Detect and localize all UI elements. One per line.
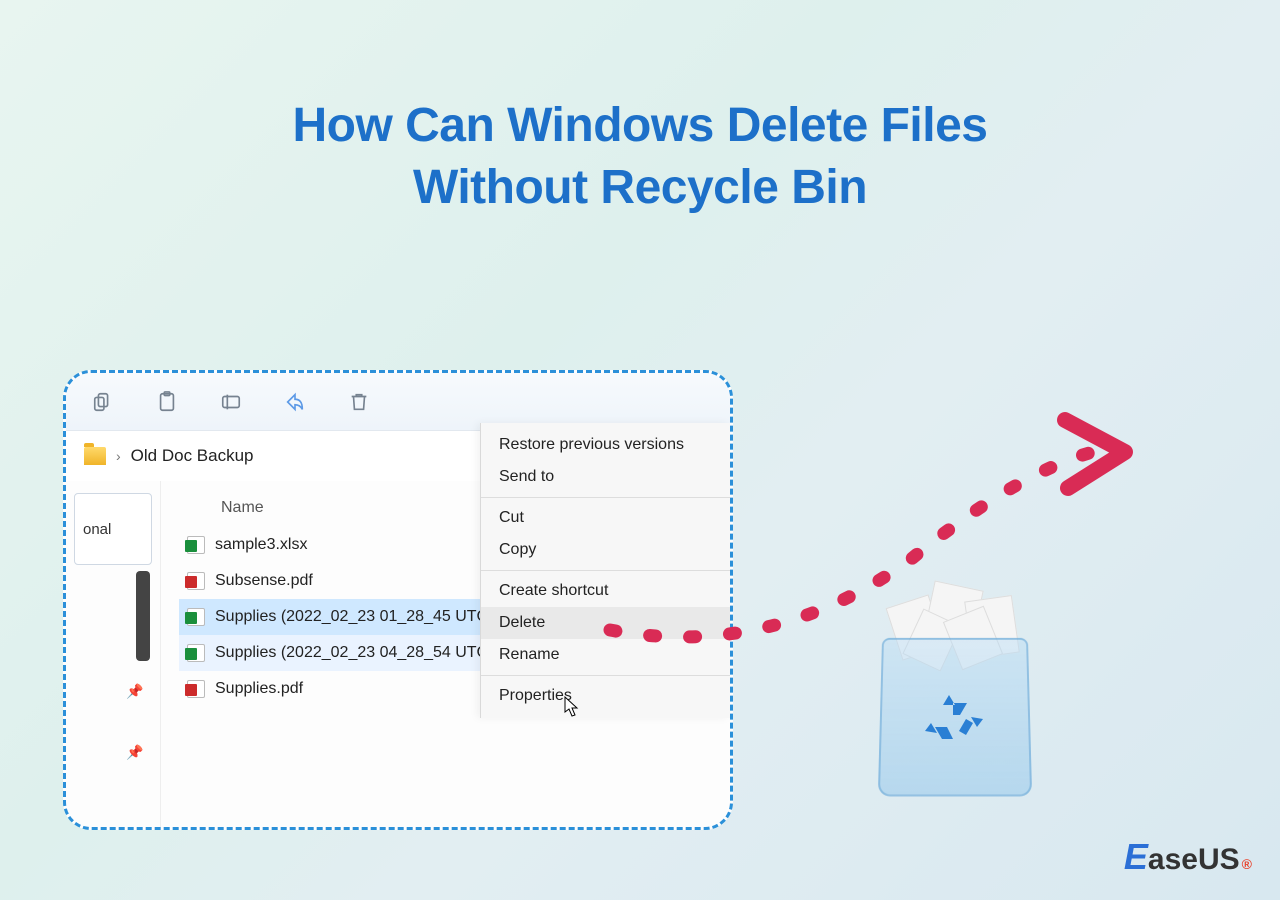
breadcrumb-folder: Old Doc Backup	[131, 446, 254, 466]
menu-item-rename[interactable]: Rename	[481, 639, 730, 671]
menu-item-shortcut[interactable]: Create shortcut	[481, 575, 730, 607]
menu-item-copy[interactable]: Copy	[481, 534, 730, 566]
excel-icon	[187, 644, 205, 662]
pin-icon[interactable]: 📌	[126, 683, 160, 700]
logo-us: US	[1198, 843, 1240, 877]
excel-icon	[187, 608, 205, 626]
context-menu: Restore previous versions Send to Cut Co…	[480, 423, 730, 718]
title-line-1: How Can Windows Delete Files	[0, 95, 1280, 157]
share-icon[interactable]	[284, 391, 306, 413]
file-name: Supplies.pdf	[215, 680, 303, 698]
menu-item-restore[interactable]: Restore previous versions	[481, 429, 730, 461]
menu-separator	[481, 570, 730, 571]
copy-icon[interactable]	[92, 391, 114, 413]
menu-item-sendto[interactable]: Send to	[481, 461, 730, 493]
title-line-2: Without Recycle Bin	[0, 157, 1280, 219]
delete-icon[interactable]	[348, 391, 370, 413]
pin-icon[interactable]: 📌	[126, 744, 160, 761]
excel-icon	[187, 536, 205, 554]
cursor-icon	[564, 696, 580, 718]
pdf-icon	[187, 572, 205, 590]
chevron-right-icon: ›	[116, 448, 121, 464]
recycle-symbol-icon	[923, 693, 987, 757]
folder-icon	[84, 447, 106, 465]
sidebar-item-label: onal	[83, 521, 111, 538]
logo-registered-icon: ®	[1242, 856, 1252, 872]
menu-separator	[481, 497, 730, 498]
menu-item-cut[interactable]: Cut	[481, 502, 730, 534]
file-name: Supplies (2022_02_23 01_28_45 UTC).xlsx	[215, 608, 525, 626]
menu-separator	[481, 675, 730, 676]
page-title: How Can Windows Delete Files Without Rec…	[0, 0, 1280, 220]
sidebar-scrollbar[interactable]	[136, 571, 150, 661]
paste-icon[interactable]	[156, 391, 178, 413]
recycle-bin-icon	[855, 575, 1055, 805]
explorer-sidebar: onal 📌 📌	[66, 481, 161, 827]
file-name: Supplies (2022_02_23 04_28_54 UTC).xlsx	[215, 644, 525, 662]
file-list: Name sample3.xlsx Subsense.pdf Supplies …	[161, 481, 730, 827]
explorer-panel: › Old Doc Backup onal 📌 📌 Name sample3.x…	[63, 370, 733, 830]
menu-item-delete[interactable]: Delete	[481, 607, 730, 639]
pdf-icon	[187, 680, 205, 698]
logo-e: E	[1124, 836, 1148, 878]
logo-ase: ase	[1148, 843, 1198, 877]
brand-logo: EaseUS ®	[1124, 836, 1252, 878]
file-name: Subsense.pdf	[215, 572, 313, 590]
menu-item-properties[interactable]: Properties	[481, 680, 730, 712]
file-name: sample3.xlsx	[215, 536, 307, 554]
sidebar-item[interactable]: onal	[74, 493, 152, 565]
rename-icon[interactable]	[220, 391, 242, 413]
